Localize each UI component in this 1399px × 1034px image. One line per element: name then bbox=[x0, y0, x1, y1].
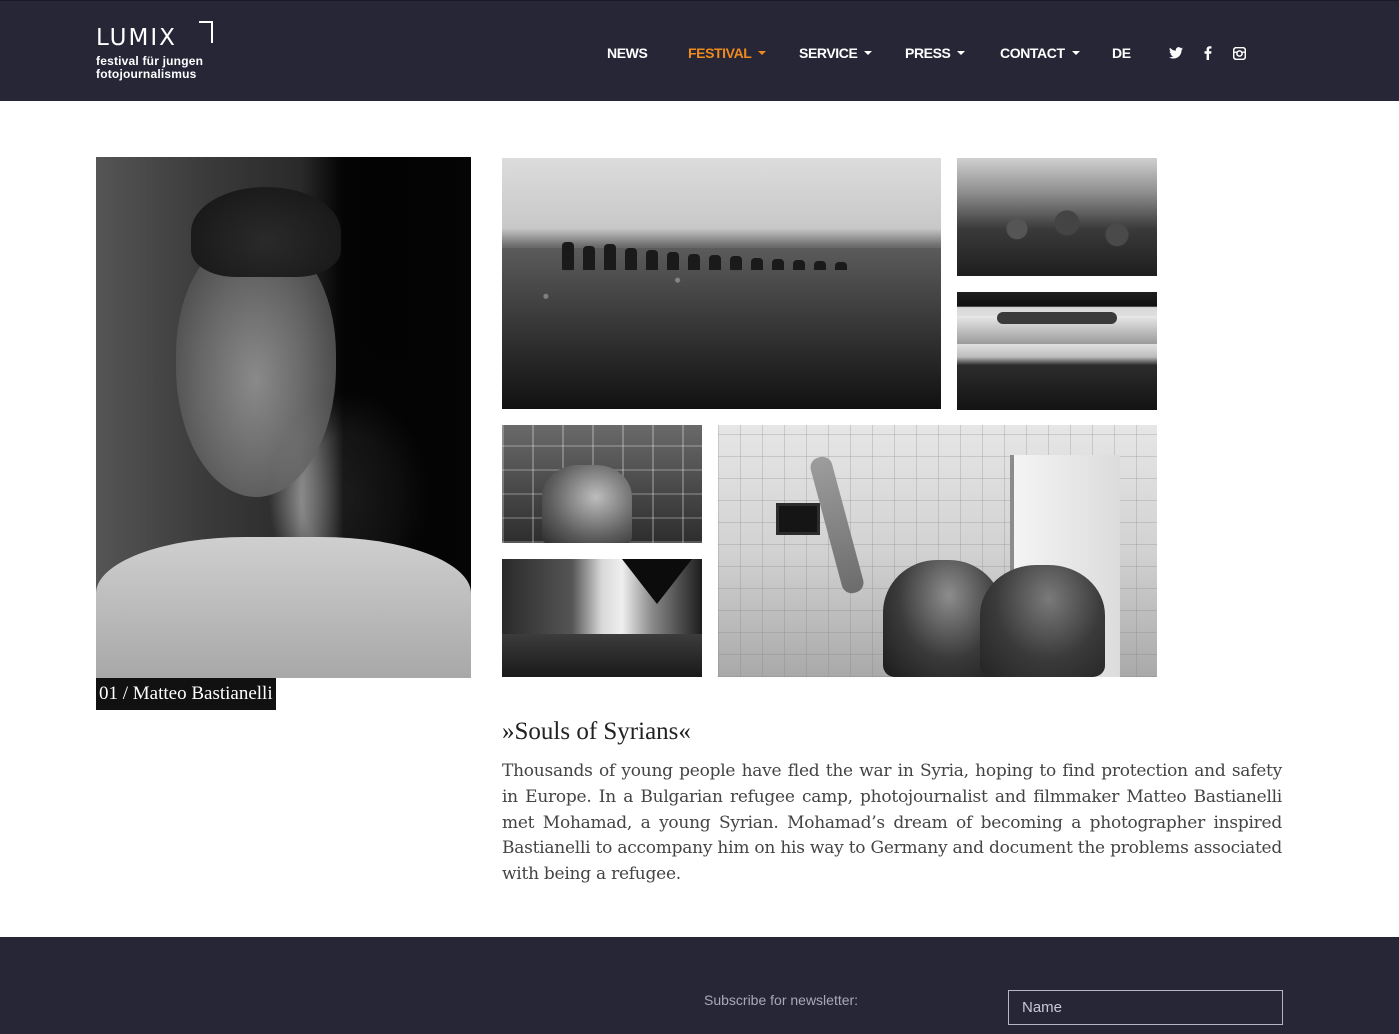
photo-shadow bbox=[622, 559, 692, 604]
nav-item-press[interactable]: PRESS bbox=[905, 43, 966, 63]
portrait-caption: 01 / Matteo Bastianelli bbox=[96, 678, 276, 710]
photo-beds bbox=[502, 634, 702, 677]
nav-item-label: SERVICE bbox=[799, 45, 858, 61]
lumix-logo[interactable]: LUMIX festival für jungen fotojournalism… bbox=[96, 21, 226, 83]
gallery-photo-selfie[interactable] bbox=[718, 425, 1157, 677]
logo-subtitle: festival für jungen fotojournalismus bbox=[96, 55, 203, 81]
site-header: LUMIX festival für jungen fotojournalism… bbox=[0, 0, 1399, 101]
newsletter-name-input[interactable] bbox=[1008, 990, 1283, 1025]
photo-field bbox=[502, 248, 941, 409]
nav-item-label: FESTIVAL bbox=[688, 45, 752, 61]
caret-down-icon bbox=[758, 51, 767, 55]
portrait-hair bbox=[191, 187, 341, 277]
caret-down-icon bbox=[1071, 51, 1080, 55]
photo-lying-person bbox=[997, 312, 1117, 324]
gallery-photo-field-walkers[interactable] bbox=[502, 158, 941, 409]
article-body: Thousands of young people have fled the … bbox=[502, 761, 1282, 885]
caret-down-icon bbox=[957, 51, 966, 55]
photo-person bbox=[542, 465, 632, 543]
gallery-photo-dormitory[interactable] bbox=[502, 559, 702, 677]
gallery-photo-hooded-boy[interactable] bbox=[502, 425, 702, 543]
logo-subtitle-line2: fotojournalismus bbox=[96, 67, 197, 81]
photo-walking-people bbox=[562, 240, 862, 270]
newsletter-label: Subscribe for newsletter: bbox=[704, 992, 859, 1008]
gallery-photo-crowd[interactable] bbox=[957, 158, 1157, 276]
nav-item-service[interactable]: SERVICE bbox=[799, 43, 873, 63]
nav-item-label: NEWS bbox=[607, 45, 648, 61]
gallery-photo-bed[interactable] bbox=[957, 292, 1157, 410]
portrait-shirt bbox=[96, 537, 471, 678]
nav-item-festival[interactable]: FESTIVAL bbox=[688, 43, 767, 63]
nav-item-label: PRESS bbox=[905, 45, 951, 61]
logo-corner-mark bbox=[199, 21, 216, 43]
nav-item-news[interactable]: NEWS bbox=[607, 43, 648, 63]
nav-item-language[interactable]: DE bbox=[1112, 43, 1131, 63]
instagram-icon[interactable] bbox=[1231, 43, 1247, 63]
photo-tv bbox=[776, 503, 820, 535]
caret-down-icon bbox=[864, 51, 873, 55]
twitter-icon[interactable] bbox=[1168, 43, 1184, 63]
nav-item-label: CONTACT bbox=[1000, 45, 1065, 61]
photo-man-2 bbox=[980, 565, 1105, 677]
nav-item-label: DE bbox=[1112, 45, 1131, 61]
logo-wordmark: LUMIX bbox=[96, 25, 177, 51]
portrait-photo[interactable] bbox=[96, 157, 471, 678]
nav-item-contact[interactable]: CONTACT bbox=[1000, 43, 1080, 63]
article-title: »Souls of Syrians« bbox=[502, 718, 691, 745]
facebook-icon[interactable] bbox=[1202, 43, 1214, 63]
